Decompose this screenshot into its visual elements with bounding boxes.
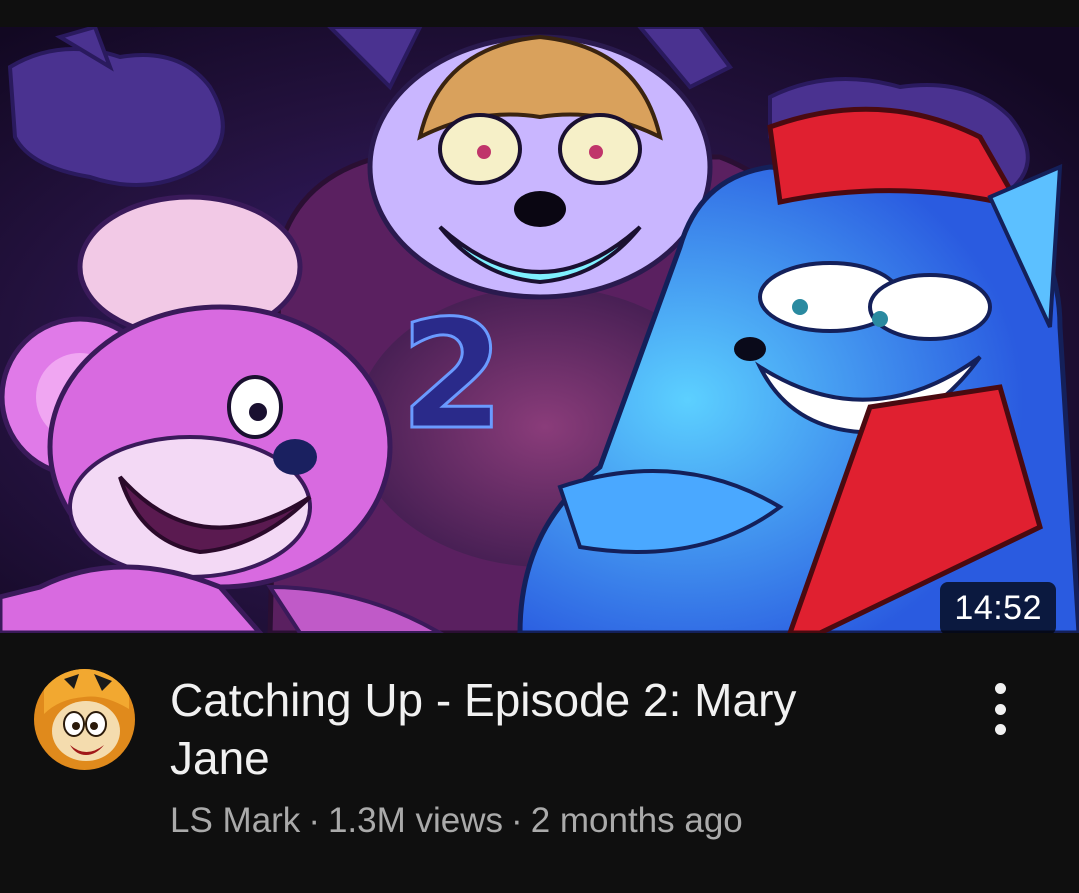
channel-avatar[interactable]: [34, 669, 135, 770]
menu-dot: [994, 703, 1006, 715]
channel-name[interactable]: LS Mark: [170, 801, 300, 840]
menu-dot: [994, 724, 1006, 735]
video-card: 2 14:52 Catching Up - Episode 2: Mary Ja…: [0, 0, 1079, 893]
avatar-image: [34, 669, 135, 770]
video-thumbnail[interactable]: 2 14:52: [0, 27, 1079, 633]
video-meta-row: Catching Up - Episode 2: Mary Jane LS Ma…: [0, 633, 1079, 893]
separator: ·: [511, 801, 523, 840]
upload-age: 2 months ago: [530, 801, 743, 840]
video-title[interactable]: Catching Up - Episode 2: Mary Jane: [170, 671, 870, 787]
more-vertical-icon[interactable]: [975, 677, 1025, 741]
menu-dot: [994, 683, 1006, 694]
thumbnail-artwork: 2: [0, 27, 1079, 633]
view-count: 1.3M views: [327, 801, 504, 840]
video-duration-badge: 14:52: [940, 582, 1056, 633]
top-strip: [0, 0, 1079, 27]
video-subline: LS Mark · 1.3M views · 2 months ago: [170, 799, 743, 843]
thumbnail-number: 2: [400, 289, 504, 463]
separator: ·: [308, 801, 320, 840]
